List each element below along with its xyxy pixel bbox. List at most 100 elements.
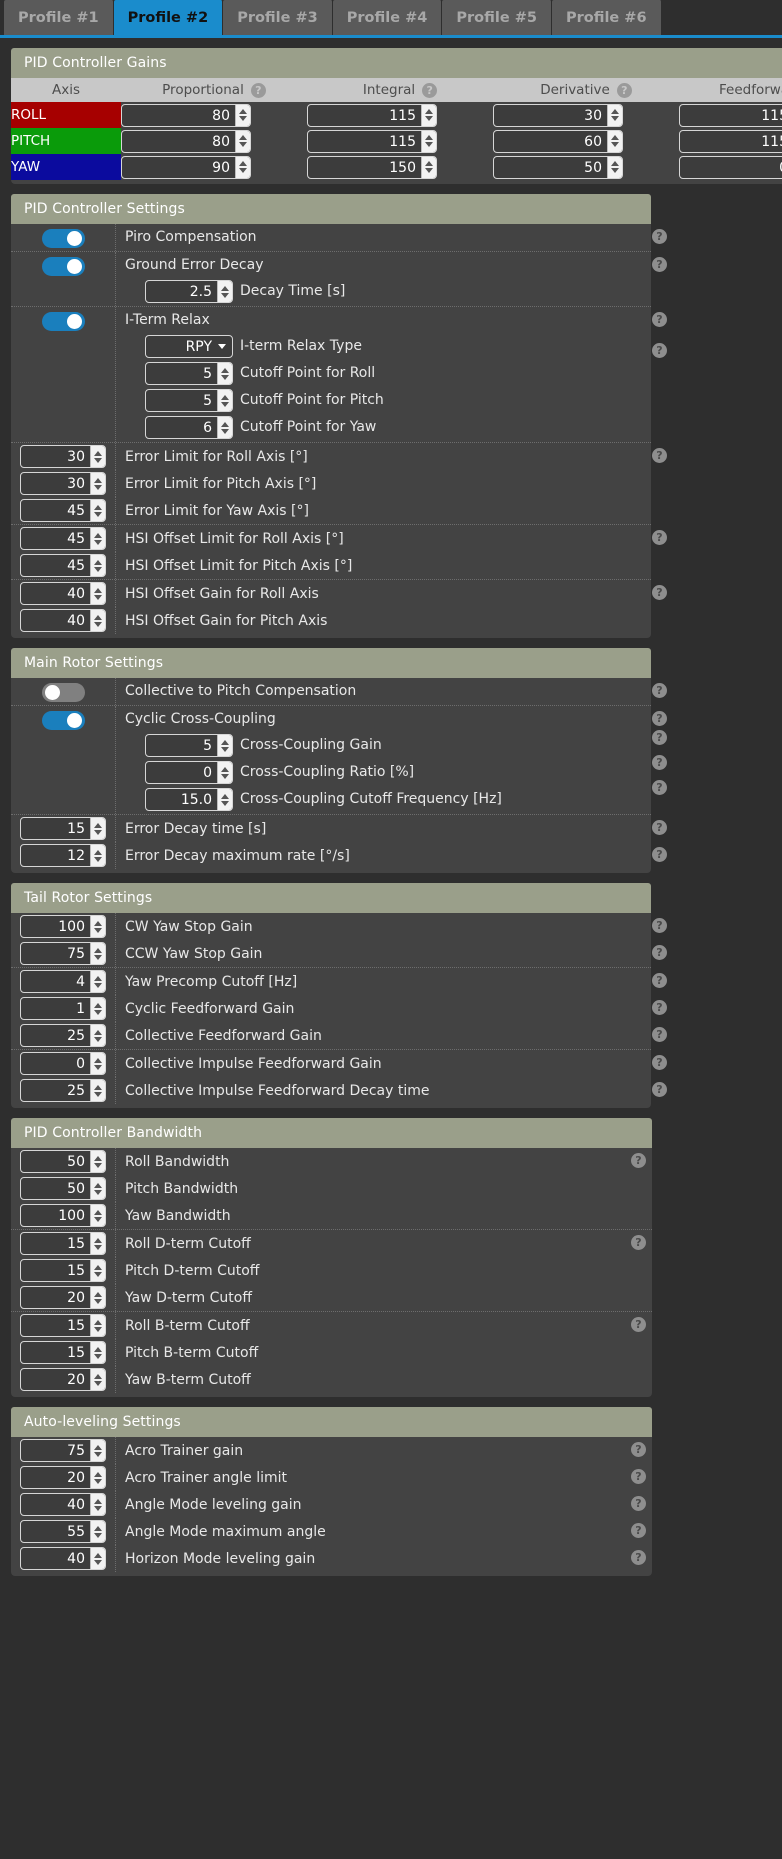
spinner-roll-b-term-cutoff[interactable] [90, 1315, 105, 1336]
help-icon-cyclic-cross-coupling[interactable]: ? [652, 711, 667, 726]
spinner-pitch-bandwidth[interactable] [90, 1178, 105, 1199]
input-pitch-integral[interactable]: 115 [307, 130, 437, 153]
help-icon-collective-impulse-feedforward-gain[interactable]: ? [652, 1055, 667, 1070]
input-cross-coupling-ratio[interactable]: 0 [145, 761, 233, 784]
input-collective-impulse-feedforward-gain[interactable]: 0 [20, 1052, 106, 1075]
input-hsi-offset-limit-for-pitch-axis[interactable]: 45 [20, 554, 106, 577]
input-collective-impulse-feedforward-decay-time[interactable]: 25 [20, 1079, 106, 1102]
spinner-collective-impulse-feedforward-decay-time[interactable] [90, 1080, 105, 1101]
tab-profile-5[interactable]: Profile #5 [442, 0, 552, 35]
help-icon-hsi-offset-limit-for-roll-axis[interactable]: ? [652, 530, 667, 545]
toggle-cyclic-cross-coupling[interactable] [42, 711, 85, 730]
spinner-pitch-proportional[interactable] [235, 131, 250, 152]
spinner-pitch-d-term-cutoff[interactable] [90, 1260, 105, 1281]
input-cutoff-point-yaw[interactable]: 6 [145, 416, 233, 439]
spinner-cw-yaw-stop-gain[interactable] [90, 916, 105, 937]
input-cutoff-point-pitch[interactable]: 5 [145, 389, 233, 412]
spinner-collective-impulse-feedforward-gain[interactable] [90, 1053, 105, 1074]
spinner-error-decay-time-s[interactable] [90, 818, 105, 839]
tab-profile-3[interactable]: Profile #3 [223, 0, 333, 35]
input-hsi-offset-gain-for-roll-axis[interactable]: 40 [20, 582, 106, 605]
input-error-limit-for-pitch-axis[interactable]: 30 [20, 472, 106, 495]
help-icon-piro-compensation[interactable]: ? [652, 229, 667, 244]
input-yaw-integral[interactable]: 150 [307, 156, 437, 179]
help-icon-cross-coupling-ratio[interactable]: ? [652, 755, 667, 770]
input-acro-trainer-gain[interactable]: 75 [20, 1439, 106, 1462]
help-icon-collective-impulse-feedforward-decay-time[interactable]: ? [652, 1082, 667, 1097]
input-pitch-bandwidth[interactable]: 50 [20, 1177, 106, 1200]
input-pitch-d-term-cutoff[interactable]: 15 [20, 1259, 106, 1282]
input-decay-time[interactable]: 2.5 [145, 280, 233, 303]
tab-profile-2[interactable]: Profile #2 [114, 0, 224, 35]
help-icon-roll-bandwidth[interactable]: ? [631, 1153, 646, 1168]
select-iterm-relax-type[interactable]: RPY [145, 335, 233, 358]
input-pitch-proportional[interactable]: 80 [121, 130, 251, 153]
input-hsi-offset-gain-for-pitch-axis[interactable]: 40 [20, 609, 106, 632]
input-error-limit-for-roll-axis[interactable]: 30 [20, 445, 106, 468]
tab-profile-4[interactable]: Profile #4 [333, 0, 443, 35]
spinner-yaw-integral[interactable] [421, 157, 436, 178]
spinner-error-limit-for-pitch-axis[interactable] [90, 473, 105, 494]
spinner-decay-time[interactable] [217, 281, 232, 302]
spinner-acro-trainer-gain[interactable] [90, 1440, 105, 1461]
help-icon-iterm-relax[interactable]: ? [652, 312, 667, 327]
input-pitch-derivative[interactable]: 60 [493, 130, 623, 153]
help-icon-angle-mode-maximum-angle[interactable]: ? [631, 1523, 646, 1538]
input-yaw-derivative[interactable]: 50 [493, 156, 623, 179]
spinner-cutoff-point-pitch[interactable] [217, 390, 232, 411]
input-roll-proportional[interactable]: 80 [121, 104, 251, 127]
spinner-roll-proportional[interactable] [235, 105, 250, 126]
spinner-yaw-b-term-cutoff[interactable] [90, 1369, 105, 1390]
toggle-collective-to-pitch-compensation[interactable] [42, 683, 85, 702]
spinner-cutoff-point-yaw[interactable] [217, 417, 232, 438]
spinner-roll-derivative[interactable] [607, 105, 622, 126]
help-icon-roll-d-term-cutoff[interactable]: ? [631, 1235, 646, 1250]
input-yaw-d-term-cutoff[interactable]: 20 [20, 1286, 106, 1309]
toggle-ground-error-decay[interactable] [42, 257, 85, 276]
spinner-cross-coupling-gain[interactable] [217, 735, 232, 756]
spinner-pitch-derivative[interactable] [607, 131, 622, 152]
input-cw-yaw-stop-gain[interactable]: 100 [20, 915, 106, 938]
help-icon-ground-error-decay[interactable]: ? [652, 257, 667, 272]
input-roll-derivative[interactable]: 30 [493, 104, 623, 127]
help-icon-collective-to-pitch[interactable]: ? [652, 683, 667, 698]
help-icon-horizon-mode-leveling-gain[interactable]: ? [631, 1550, 646, 1565]
spinner-yaw-derivative[interactable] [607, 157, 622, 178]
spinner-hsi-offset-gain-for-roll-axis[interactable] [90, 583, 105, 604]
spinner-hsi-offset-limit-for-roll-axis[interactable] [90, 528, 105, 549]
spinner-cyclic-feedforward-gain[interactable] [90, 998, 105, 1019]
input-hsi-offset-limit-for-roll-axis[interactable]: 45 [20, 527, 106, 550]
input-pitch-feedforward[interactable]: 115 [679, 130, 782, 153]
help-icon-collective-feedforward-gain[interactable]: ? [652, 1027, 667, 1042]
help-icon-error-decay-maximum-rate-s[interactable]: ? [652, 847, 667, 862]
spinner-error-decay-maximum-rate-s[interactable] [90, 845, 105, 866]
spinner-roll-d-term-cutoff[interactable] [90, 1233, 105, 1254]
input-angle-mode-maximum-angle[interactable]: 55 [20, 1520, 106, 1543]
tab-profile-6[interactable]: Profile #6 [552, 0, 662, 35]
spinner-cross-coupling-ratio[interactable] [217, 762, 232, 783]
input-roll-bandwidth[interactable]: 50 [20, 1150, 106, 1173]
help-icon-integral[interactable]: ? [422, 83, 437, 98]
input-acro-trainer-angle-limit[interactable]: 20 [20, 1466, 106, 1489]
help-icon-cyclic-feedforward-gain[interactable]: ? [652, 1000, 667, 1015]
input-roll-b-term-cutoff[interactable]: 15 [20, 1314, 106, 1337]
spinner-yaw-precomp-cutoff-hz[interactable] [90, 971, 105, 992]
spinner-cross-coupling-cutoff[interactable] [217, 789, 232, 810]
spinner-pitch-integral[interactable] [421, 131, 436, 152]
spinner-angle-mode-maximum-angle[interactable] [90, 1521, 105, 1542]
help-icon-cw-yaw-stop-gain[interactable]: ? [652, 918, 667, 933]
spinner-acro-trainer-angle-limit[interactable] [90, 1467, 105, 1488]
spinner-angle-mode-leveling-gain[interactable] [90, 1494, 105, 1515]
spinner-roll-integral[interactable] [421, 105, 436, 126]
input-pitch-b-term-cutoff[interactable]: 15 [20, 1341, 106, 1364]
spinner-hsi-offset-gain-for-pitch-axis[interactable] [90, 610, 105, 631]
help-icon-hsi-offset-gain-for-roll-axis[interactable]: ? [652, 585, 667, 600]
spinner-error-limit-for-roll-axis[interactable] [90, 446, 105, 467]
input-cross-coupling-gain[interactable]: 5 [145, 734, 233, 757]
input-cyclic-feedforward-gain[interactable]: 1 [20, 997, 106, 1020]
input-yaw-proportional[interactable]: 90 [121, 156, 251, 179]
spinner-error-limit-for-yaw-axis[interactable] [90, 500, 105, 521]
input-error-limit-for-yaw-axis[interactable]: 45 [20, 499, 106, 522]
help-icon-derivative[interactable]: ? [617, 83, 632, 98]
help-icon-acro-trainer-gain[interactable]: ? [631, 1442, 646, 1457]
